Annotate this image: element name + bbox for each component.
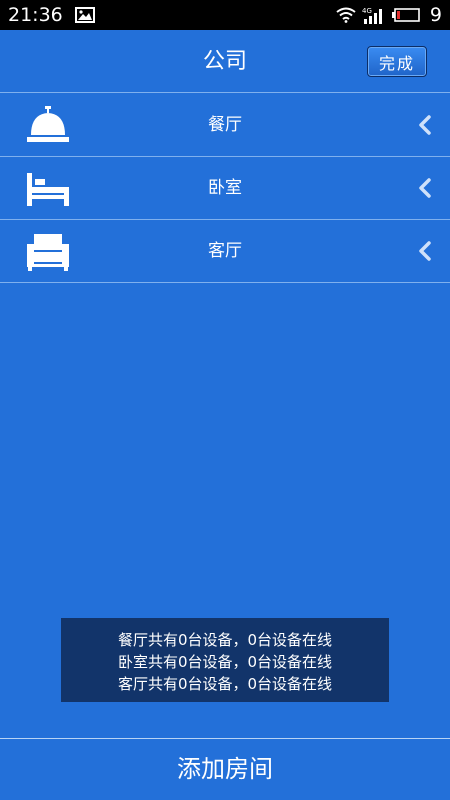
chevron-left-icon[interactable] — [418, 177, 432, 199]
room-list: 餐厅 卧室 客厅 — [0, 94, 450, 283]
title-bar: 公司 完成 — [0, 30, 450, 93]
summary-line-bedroom: 卧室共有0台设备，0台设备在线 — [117, 653, 333, 671]
room-label: 卧室 — [208, 178, 242, 198]
gallery-icon — [74, 7, 95, 23]
status-time: 21:36 — [8, 4, 63, 26]
summary-line-living: 客厅共有0台设备，0台设备在线 — [117, 675, 333, 693]
room-row-bedroom[interactable]: 卧室 — [0, 157, 450, 220]
room-label: 客厅 — [208, 241, 242, 261]
battery-icon — [391, 8, 420, 22]
room-row-dining[interactable]: 餐厅 — [0, 94, 450, 157]
status-bar: 21:36 4G 9 — [0, 0, 450, 30]
device-summary-toast: 餐厅共有0台设备，0台设备在线 卧室共有0台设备，0台设备在线 客厅共有0台设备… — [61, 618, 389, 702]
chevron-left-icon[interactable] — [418, 240, 432, 262]
add-room-button[interactable]: 添加房间 — [0, 739, 450, 800]
network-type: 4G — [362, 7, 372, 15]
summary-line-dining: 餐厅共有0台设备，0台设备在线 — [117, 631, 333, 649]
room-row-living[interactable]: 客厅 — [0, 220, 450, 283]
wifi-icon — [336, 7, 356, 23]
signal-icon: 4G — [362, 7, 382, 24]
done-button[interactable]: 完成 — [367, 46, 427, 77]
chevron-left-icon[interactable] — [418, 114, 432, 136]
battery-level: 9 — [429, 4, 442, 26]
bottom-bar: 添加房间 — [0, 738, 450, 800]
status-indicators: 4G 9 — [336, 4, 442, 26]
room-label: 餐厅 — [208, 115, 242, 135]
